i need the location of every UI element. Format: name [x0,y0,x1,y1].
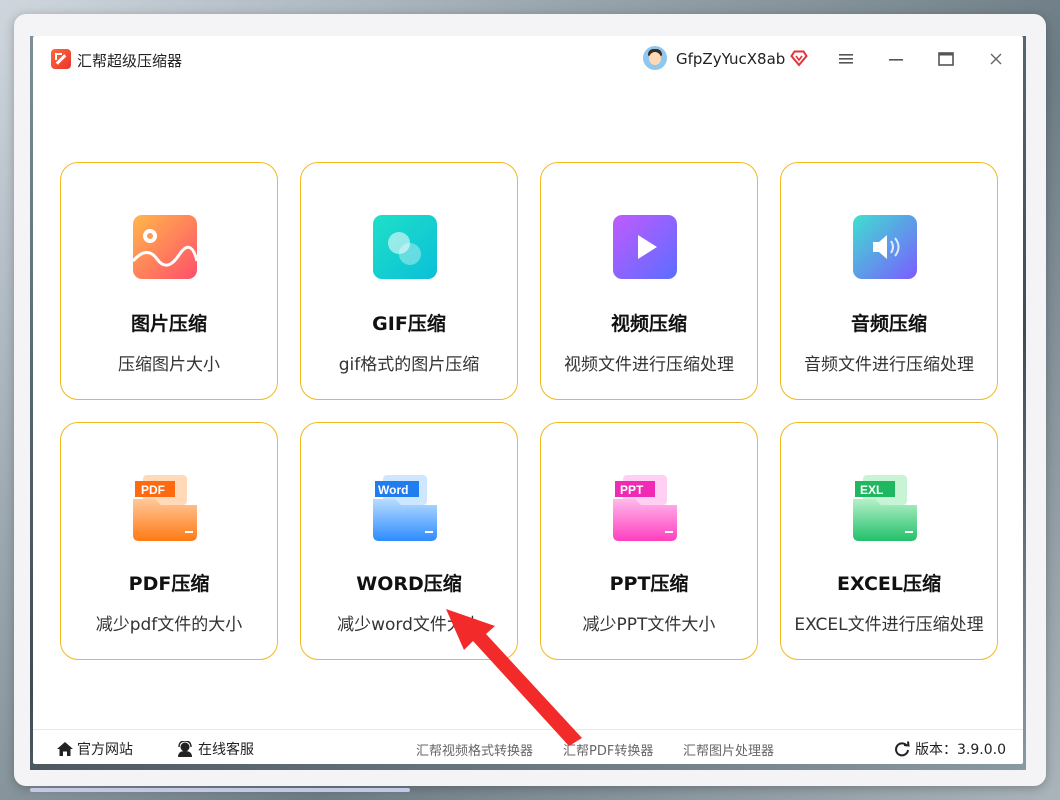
refresh-icon[interactable] [894,741,910,757]
app-logo-icon [51,49,71,69]
card-title: GIF压缩 [372,313,446,335]
pdf-folder-icon: PDF [133,475,197,541]
video-play-icon [613,215,677,279]
card-title: 图片压缩 [130,313,207,335]
user-avatar[interactable] [643,46,667,70]
footer-link-image-processor[interactable]: 汇帮图片处理器 [683,740,774,759]
card-title: PDF压缩 [128,573,210,595]
card-title: WORD压缩 [356,573,462,595]
card-description: EXCEL文件进行压缩处理 [794,615,984,635]
card-title: EXCEL压缩 [837,573,941,595]
card-image-compress[interactable]: 图片压缩 压缩图片大小 [60,162,278,400]
footer-link-pdf-converter[interactable]: 汇帮PDF转换器 [563,740,653,759]
card-description: 视频文件进行压缩处理 [564,355,734,375]
website-link[interactable]: 官方网站 [56,739,133,759]
card-ppt-compress[interactable]: PPT PPT压缩 减少PPT文件大小 [540,422,758,660]
app-window: 汇帮超级压缩器 GfpZyYucX8ab 图片压缩 压缩图片大小 GIF压缩 g… [33,36,1023,764]
svg-text:PPT: PPT [620,483,644,497]
customer-service-icon [178,741,192,757]
version-label: 版本：3.9.0.0 [915,742,1006,758]
minimize-icon[interactable] [884,47,908,71]
app-title: 汇帮超级压缩器 [77,52,183,70]
card-title: 视频压缩 [610,313,687,335]
svg-text:EXL: EXL [860,483,883,497]
svg-text:Word: Word [378,483,408,497]
card-gif-compress[interactable]: GIF压缩 gif格式的图片压缩 [300,162,518,400]
card-description: 减少PPT文件大小 [582,615,716,635]
gif-icon [373,215,437,279]
support-label: 在线客服 [198,742,254,758]
footer-bar: 官方网站 在线客服 汇帮视频格式转换器 汇帮PDF转换器 汇帮图片处理器 版本：… [33,729,1023,765]
card-description: 压缩图片大小 [118,355,220,375]
version-info: 版本：3.9.0.0 [894,739,1006,759]
card-description: 减少word文件大小 [337,615,481,635]
card-excel-compress[interactable]: EXL EXCEL压缩 EXCEL文件进行压缩处理 [780,422,998,660]
card-description: gif格式的图片压缩 [338,355,480,375]
card-title: PPT压缩 [609,573,689,595]
card-pdf-compress[interactable]: PDF PDF压缩 减少pdf文件的大小 [60,422,278,660]
home-icon [57,742,73,756]
audio-speaker-icon [853,215,917,279]
horizontal-scroll-indicator[interactable] [30,788,410,792]
title-bar: 汇帮超级压缩器 GfpZyYucX8ab [33,36,1023,82]
card-word-compress[interactable]: Word WORD压缩 减少word文件大小 [300,422,518,660]
svg-text:PDF: PDF [141,483,165,497]
support-link[interactable]: 在线客服 [176,739,254,759]
footer-link-video-converter[interactable]: 汇帮视频格式转换器 [416,740,533,759]
ppt-folder-icon: PPT [613,475,677,541]
card-description: 音频文件进行压缩处理 [804,355,974,375]
close-icon[interactable] [984,47,1008,71]
menu-icon[interactable] [834,47,858,71]
image-icon [131,215,199,279]
website-label: 官方网站 [77,742,133,758]
card-video-compress[interactable]: 视频压缩 视频文件进行压缩处理 [540,162,758,400]
excel-folder-icon: EXL [853,475,917,541]
card-audio-compress[interactable]: 音频压缩 音频文件进行压缩处理 [780,162,998,400]
maximize-icon[interactable] [934,47,958,71]
vip-diamond-icon[interactable] [790,49,808,67]
word-folder-icon: Word [373,475,437,541]
user-name[interactable]: GfpZyYucX8ab [676,50,785,68]
card-title: 音频压缩 [850,313,927,335]
card-description: 减少pdf文件的大小 [95,615,243,635]
